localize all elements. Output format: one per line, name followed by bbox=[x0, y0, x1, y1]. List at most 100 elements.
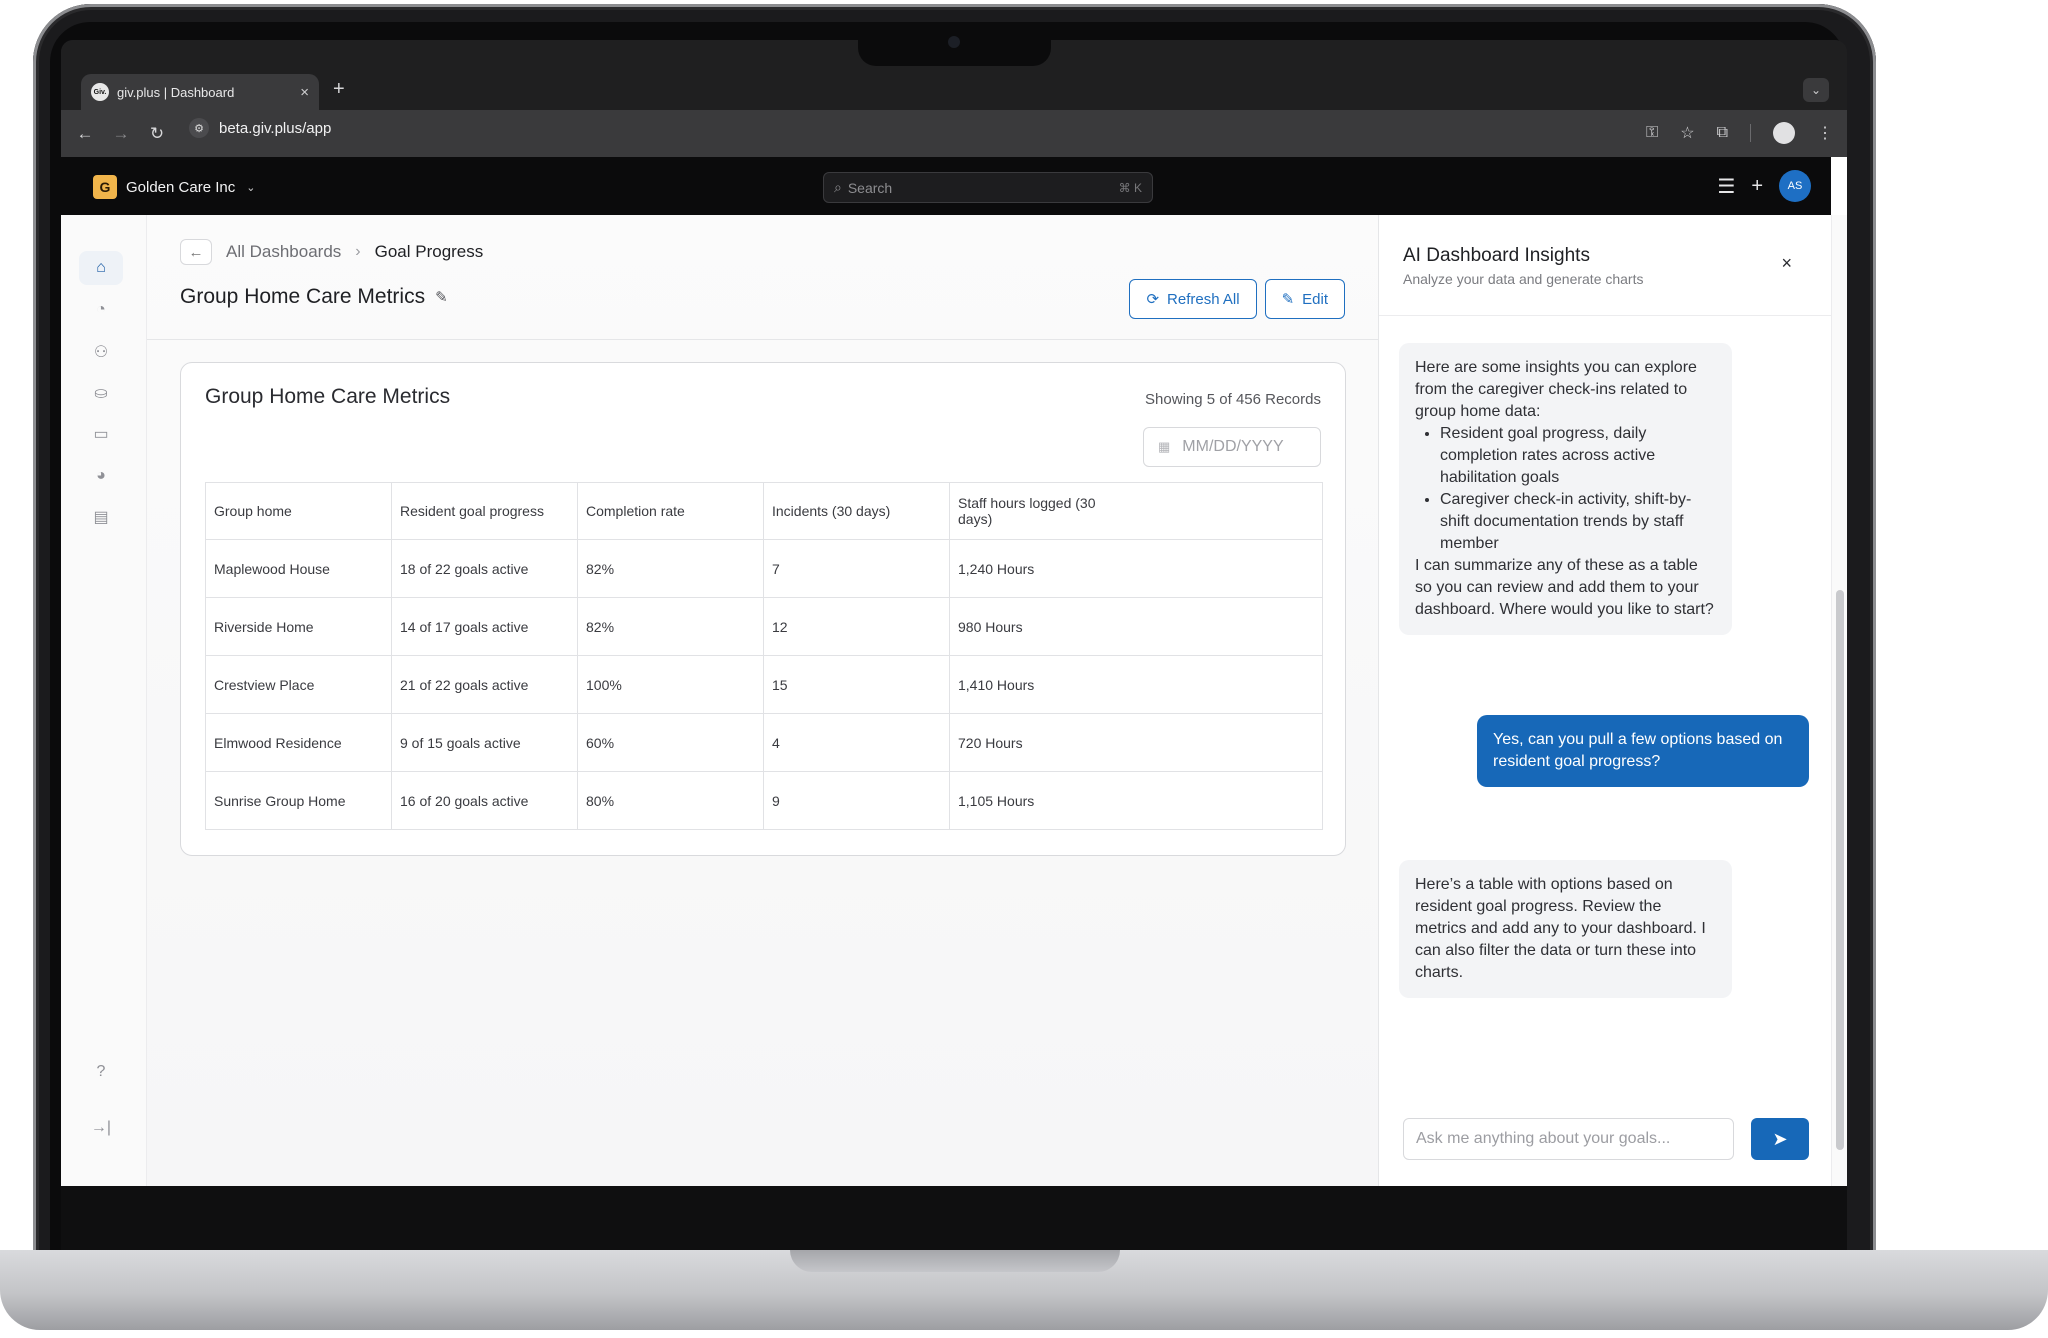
notes-icon[interactable]: ▤ bbox=[79, 500, 123, 534]
chevron-down-icon: ⌄ bbox=[246, 181, 256, 194]
table-cell: Elmwood Residence bbox=[205, 713, 392, 772]
table-row[interactable]: Riverside Home 14 of 17 goals active 82%… bbox=[205, 597, 1323, 656]
table-cell: 18 of 22 goals active bbox=[391, 539, 578, 598]
chevron-right-icon: › bbox=[355, 243, 361, 260]
camera-notch bbox=[858, 30, 1051, 66]
table-cell: 82% bbox=[577, 539, 764, 598]
chat-icon[interactable]: ☰ bbox=[1717, 174, 1735, 199]
refresh-label: Refresh All bbox=[1167, 290, 1240, 308]
edit-title-icon[interactable]: ✎ bbox=[435, 288, 448, 306]
table-cell: 21 of 22 goals active bbox=[391, 655, 578, 714]
toolbar-divider bbox=[1750, 124, 1751, 142]
sidebar: ⌂ ◔ ⚇ ⛀ ▭ ◕ ▤ ? →| bbox=[61, 215, 147, 1186]
main-content: ← All Dashboards › Goal Progress Group H… bbox=[147, 215, 1378, 1186]
table-row[interactable]: Elmwood Residence 9 of 15 goals active 6… bbox=[205, 713, 1323, 772]
new-tab-button[interactable]: + bbox=[333, 78, 345, 101]
chart-pie-icon[interactable]: ◕ bbox=[79, 459, 123, 493]
back-arrow-icon[interactable]: ← bbox=[67, 124, 103, 144]
forward-arrow-icon[interactable]: → bbox=[103, 124, 139, 144]
site-settings-icon[interactable]: ⚙ bbox=[189, 118, 209, 138]
column-header-label: Staff hours logged (30 days) bbox=[958, 495, 1096, 527]
list-item: Caregiver check-in activity, shift-by-sh… bbox=[1440, 489, 1716, 555]
profile-avatar[interactable] bbox=[1773, 122, 1795, 144]
metrics-card: Group Home Care Metrics Showing 5 of 456… bbox=[180, 362, 1346, 856]
help-icon[interactable]: ? bbox=[79, 1055, 123, 1089]
insights-header: AI Dashboard Insights Analyze your data … bbox=[1379, 215, 1832, 316]
table-cell: Maplewood House bbox=[205, 539, 392, 598]
url-text: beta.giv.plus/app bbox=[219, 119, 332, 137]
column-header[interactable]: Completion rate bbox=[577, 482, 764, 540]
search-input[interactable]: ⌕ Search ⌘ K bbox=[823, 172, 1153, 203]
date-field[interactable]: ▦ MM/DD/YYYY bbox=[1143, 427, 1321, 467]
camera-icon bbox=[948, 36, 960, 48]
column-header[interactable]: Group home bbox=[205, 482, 392, 540]
extensions-icon[interactable]: ⧉ bbox=[1717, 124, 1728, 142]
refresh-all-button[interactable]: ⟳ Refresh All bbox=[1129, 279, 1257, 319]
page-actions: ⟳ Refresh All ✎ Edit bbox=[1129, 279, 1345, 319]
reload-icon[interactable]: ↻ bbox=[139, 124, 175, 144]
page-title-text: Group Home Care Metrics bbox=[180, 285, 426, 308]
metrics-table: Group home Resident goal progress Comple… bbox=[205, 482, 1323, 830]
search-icon: ⌕ bbox=[834, 179, 842, 195]
back-button[interactable]: ← bbox=[180, 239, 212, 265]
table-cell: 1,105 Hours bbox=[949, 771, 1323, 830]
table-row[interactable]: Sunrise Group Home 16 of 20 goals active… bbox=[205, 771, 1323, 830]
table-cell: Sunrise Group Home bbox=[205, 771, 392, 830]
close-tab-icon[interactable]: × bbox=[300, 84, 309, 101]
home-icon[interactable]: ⌂ bbox=[79, 251, 123, 285]
org-switcher[interactable]: G Golden Care Inc ⌄ bbox=[93, 175, 255, 199]
table-cell: Crestview Place bbox=[205, 655, 392, 714]
table-cell: 980 Hours bbox=[949, 597, 1323, 656]
scrollbar[interactable] bbox=[1831, 215, 1847, 1186]
breadcrumb-parent[interactable]: All Dashboards bbox=[226, 242, 341, 262]
handshake-icon[interactable]: ⛀ bbox=[79, 376, 123, 410]
close-icon[interactable]: × bbox=[1781, 253, 1792, 274]
calendar-icon: ▦ bbox=[1158, 439, 1171, 454]
ai-message-text: Here’s a table with options based on res… bbox=[1415, 876, 1706, 981]
ai-message-outro: I can summarize any of these as a table … bbox=[1415, 557, 1714, 618]
header-actions: ☰ + AS bbox=[1717, 170, 1811, 202]
key-icon[interactable]: ⚿ bbox=[1646, 124, 1658, 142]
history-icon[interactable]: ◔ bbox=[79, 293, 123, 327]
search-placeholder: Search bbox=[847, 179, 893, 196]
plus-icon[interactable]: + bbox=[1751, 175, 1763, 198]
table-cell: 60% bbox=[577, 713, 764, 772]
divider bbox=[147, 339, 1378, 340]
address-bar[interactable]: ⚙ beta.giv.plus/app bbox=[189, 118, 331, 138]
card-title: Group Home Care Metrics bbox=[205, 385, 451, 408]
column-header[interactable]: Incidents (30 days) bbox=[763, 482, 950, 540]
pencil-icon: ✎ bbox=[1281, 291, 1295, 308]
table-row[interactable]: Crestview Place 21 of 22 goals active 10… bbox=[205, 655, 1323, 714]
users-icon[interactable]: ⚇ bbox=[79, 335, 123, 369]
screen: Giv. giv.plus | Dashboard × + ⌄ ← → ↻ ⚙ … bbox=[61, 40, 1847, 1186]
edit-button[interactable]: ✎ Edit bbox=[1264, 279, 1345, 319]
send-button[interactable]: ➤ bbox=[1751, 1118, 1809, 1160]
collapse-icon[interactable]: →| bbox=[79, 1111, 123, 1145]
tab-search-chevron-icon[interactable]: ⌄ bbox=[1803, 78, 1829, 102]
user-avatar[interactable]: AS bbox=[1779, 170, 1811, 202]
table-header-row: Group home Resident goal progress Comple… bbox=[205, 482, 1323, 540]
user-message: Yes, can you pull a few options based on… bbox=[1477, 715, 1809, 787]
ai-message: Here’s a table with options based on res… bbox=[1399, 860, 1732, 998]
org-logo: G bbox=[93, 175, 117, 199]
table-row[interactable]: Maplewood House 18 of 22 goals active 82… bbox=[205, 539, 1323, 598]
laptop-chin bbox=[61, 1186, 1847, 1256]
card-icon[interactable]: ▭ bbox=[79, 417, 123, 451]
column-header[interactable]: Staff hours logged (30 days) bbox=[949, 482, 1323, 540]
breadcrumb: ← All Dashboards › Goal Progress bbox=[180, 239, 483, 265]
insights-title: AI Dashboard Insights bbox=[1403, 245, 1590, 266]
table-cell: 9 bbox=[763, 771, 950, 830]
ask-input[interactable]: Ask me anything about your goals... bbox=[1403, 1118, 1734, 1160]
browser-tab[interactable]: Giv. giv.plus | Dashboard × bbox=[81, 74, 319, 110]
table-cell: 4 bbox=[763, 713, 950, 772]
kebab-menu-icon[interactable]: ⋮ bbox=[1817, 123, 1833, 143]
column-header[interactable]: Resident goal progress bbox=[391, 482, 578, 540]
breadcrumb-current: Goal Progress bbox=[374, 242, 484, 261]
org-name: Golden Care Inc bbox=[126, 178, 236, 196]
date-placeholder: MM/DD/YYYY bbox=[1182, 438, 1284, 455]
refresh-icon: ⟳ bbox=[1146, 291, 1160, 308]
star-icon[interactable]: ☆ bbox=[1680, 123, 1694, 143]
laptop-thumb-notch bbox=[790, 1250, 1120, 1272]
scrollbar-thumb[interactable] bbox=[1836, 590, 1844, 1150]
ai-message: Here are some insights you can explore f… bbox=[1399, 343, 1732, 635]
